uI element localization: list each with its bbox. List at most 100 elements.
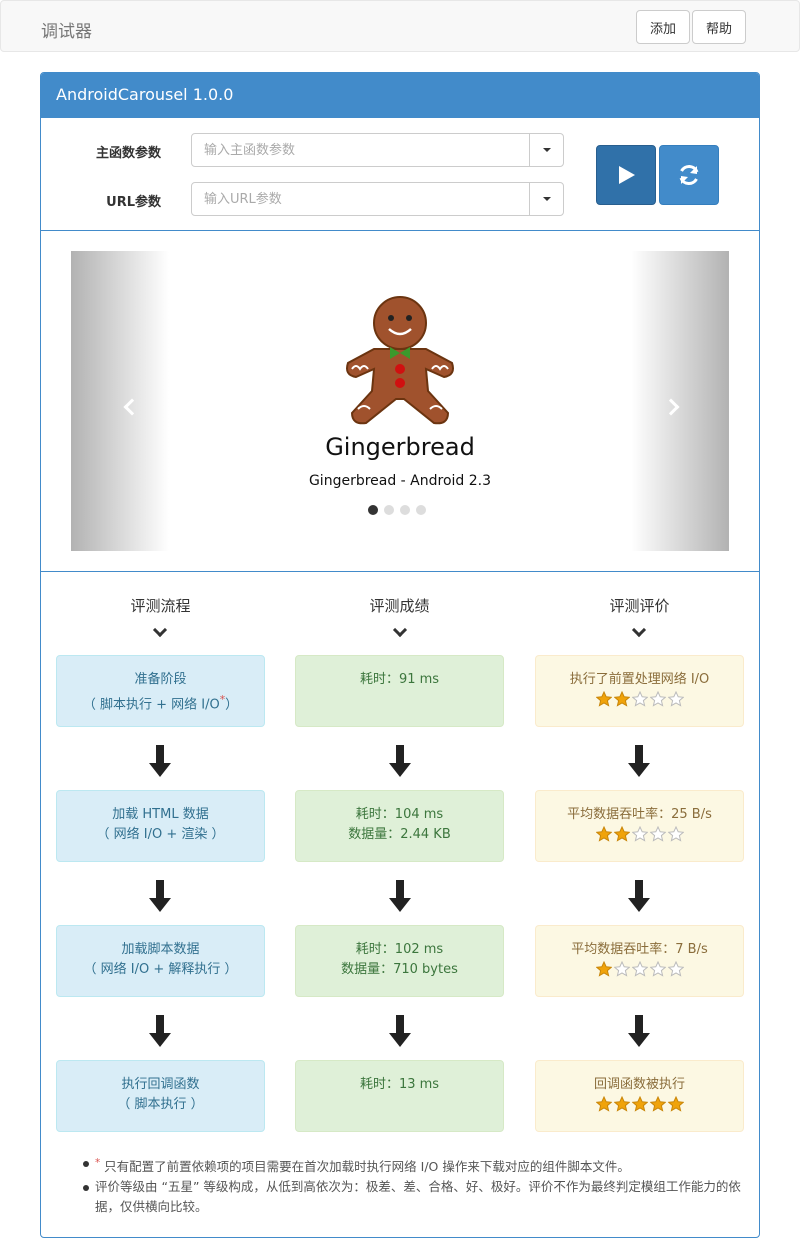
chevron-right-icon — [662, 398, 680, 416]
stage-box: 加载脚本数据 （ 网络 I/O + 解释执行 ） — [56, 925, 265, 997]
note-text: 只有配置了前置依赖项的项目需要在首次加载时执行网络 I/O 操作来下载对应的组件… — [100, 1159, 630, 1175]
star-filled-icon — [613, 826, 630, 842]
star-empty-icon — [649, 691, 666, 707]
rating-text: 平均数据吞吐率：25 B/s — [567, 807, 712, 822]
star-empty-icon — [613, 961, 630, 977]
url-params-dropdown-button[interactable] — [529, 183, 563, 215]
navbar-brand[interactable]: 调试器 — [41, 17, 92, 42]
android-carousel: Gingerbread Gingerbread - Android 2.3 — [71, 251, 729, 551]
stage-text: 执行回调函数 — [121, 1077, 200, 1092]
star-filled-icon — [667, 1096, 684, 1112]
stage-text: 加载脚本数据 — [121, 942, 200, 957]
arrow-down-icon — [628, 880, 650, 912]
carousel-indicators — [368, 505, 426, 515]
arrow-down-icon — [149, 745, 171, 777]
caret-down-icon — [542, 197, 551, 201]
column-header-rating: 评测评价 — [609, 597, 670, 615]
add-button[interactable]: 添加 — [636, 10, 690, 44]
result-text: 耗时：91 ms — [359, 672, 440, 687]
stage-box: 加载 HTML 数据 （ 网络 I/O + 渲染 ） — [56, 790, 265, 862]
main-params-row: 主函数参数 — [41, 133, 601, 167]
star-filled-icon — [613, 691, 630, 707]
star-empty-icon — [667, 691, 684, 707]
chevron-down-icon — [631, 622, 647, 638]
refresh-icon — [679, 164, 699, 186]
star-empty-icon — [667, 961, 684, 977]
stage-text: （ 脚本执行 ） — [117, 1097, 204, 1112]
main-params-label: 主函数参数 — [95, 146, 161, 161]
carousel-indicator[interactable] — [368, 505, 378, 515]
result-text: 耗时：13 ms — [359, 1077, 440, 1092]
divider — [41, 571, 759, 572]
arrow-down-icon — [389, 1015, 411, 1047]
star-rating — [536, 826, 743, 842]
gingerbread-image — [346, 296, 454, 425]
stage-line: （ 脚本执行 + 网络 I/O*） — [57, 690, 264, 715]
star-empty-icon — [649, 961, 666, 977]
caret-down-icon — [542, 148, 551, 152]
stage-text: 加载 HTML 数据 — [112, 807, 209, 822]
slide-title: Gingerbread — [325, 433, 475, 461]
carousel-prev-control[interactable] — [71, 251, 169, 551]
carousel-indicator[interactable] — [384, 505, 394, 515]
stage-text: （ 脚本执行 + 网络 I/O — [82, 697, 220, 713]
note-item: * 只有配置了前置依赖项的项目需要在首次加载时执行网络 I/O 操作来下载对应的… — [81, 1153, 741, 1177]
notes: * 只有配置了前置依赖项的项目需要在首次加载时执行网络 I/O 操作来下载对应的… — [81, 1153, 741, 1217]
note-text: 评价等级由 “五星” 等级构成，从低到高依次为：极差、差、合格、好、极好。评价不… — [95, 1179, 741, 1215]
note-item: 评价等级由 “五星” 等级构成，从低到高依次为：极差、差、合格、好、极好。评价不… — [81, 1177, 741, 1217]
star-filled-icon — [613, 1096, 630, 1112]
arrow-down-icon — [389, 745, 411, 777]
help-button[interactable]: 帮助 — [692, 10, 746, 44]
url-params-input[interactable] — [192, 183, 530, 215]
star-rating — [536, 961, 743, 977]
debugger-panel: AndroidCarousel 1.0.0 主函数参数 URL参数 — [40, 72, 760, 1238]
star-filled-icon — [649, 1096, 666, 1112]
main-params-input-group — [191, 133, 564, 167]
chevron-left-icon — [123, 398, 141, 416]
carousel-indicator[interactable] — [400, 505, 410, 515]
url-params-label: URL参数 — [106, 195, 161, 210]
result-text: 耗时：102 ms — [355, 942, 444, 957]
rating-box: 回调函数被执行 — [535, 1060, 744, 1132]
result-text: 耗时：104 ms — [355, 807, 444, 822]
stage-box: 准备阶段 （ 脚本执行 + 网络 I/O*） — [56, 655, 265, 727]
rating-box: 执行了前置处理网络 I/O — [535, 655, 744, 727]
arrow-down-icon — [389, 880, 411, 912]
main-params-input[interactable] — [192, 134, 530, 166]
column-header-process: 评测流程 — [130, 597, 191, 615]
stage-text: （ 网络 I/O + 渲染 ） — [96, 827, 225, 842]
rating-text: 执行了前置处理网络 I/O — [569, 672, 710, 687]
divider — [41, 230, 759, 231]
url-params-row: URL参数 — [41, 182, 601, 216]
stage-text: 准备阶段 — [134, 672, 187, 687]
rating-text: 平均数据吞吐率：7 B/s — [571, 942, 708, 957]
carousel-next-control[interactable] — [631, 251, 729, 551]
slide-caption: Gingerbread - Android 2.3 — [308, 473, 492, 489]
star-empty-icon — [667, 826, 684, 842]
rating-box: 平均数据吞吐率：25 B/s — [535, 790, 744, 862]
star-filled-icon — [595, 1096, 612, 1112]
star-empty-icon — [631, 961, 648, 977]
star-empty-icon — [649, 826, 666, 842]
star-filled-icon — [595, 826, 612, 842]
arrow-down-icon — [628, 745, 650, 777]
stage-box: 执行回调函数 （ 脚本执行 ） — [56, 1060, 265, 1132]
rating-box: 平均数据吞吐率：7 B/s — [535, 925, 744, 997]
star-filled-icon — [595, 691, 612, 707]
refresh-button[interactable] — [659, 145, 719, 205]
result-box: 耗时：104 ms 数据量：2.44 KB — [295, 790, 504, 862]
result-box: 耗时：91 ms — [295, 655, 504, 727]
result-box: 耗时：102 ms 数据量：710 bytes — [295, 925, 504, 997]
star-filled-icon — [631, 1096, 648, 1112]
arrow-down-icon — [628, 1015, 650, 1047]
rating-text: 回调函数被执行 — [593, 1077, 685, 1092]
main-params-dropdown-button[interactable] — [529, 134, 563, 166]
run-button[interactable] — [596, 145, 656, 205]
stage-text: （ 网络 I/O + 解释执行 ） — [83, 962, 238, 977]
carousel-indicator[interactable] — [416, 505, 426, 515]
chevron-down-icon — [392, 622, 408, 638]
panel-title: AndroidCarousel 1.0.0 — [41, 73, 759, 118]
arrow-down-icon — [149, 1015, 171, 1047]
result-text: 数据量：2.44 KB — [348, 827, 451, 842]
url-params-input-group — [191, 182, 564, 216]
